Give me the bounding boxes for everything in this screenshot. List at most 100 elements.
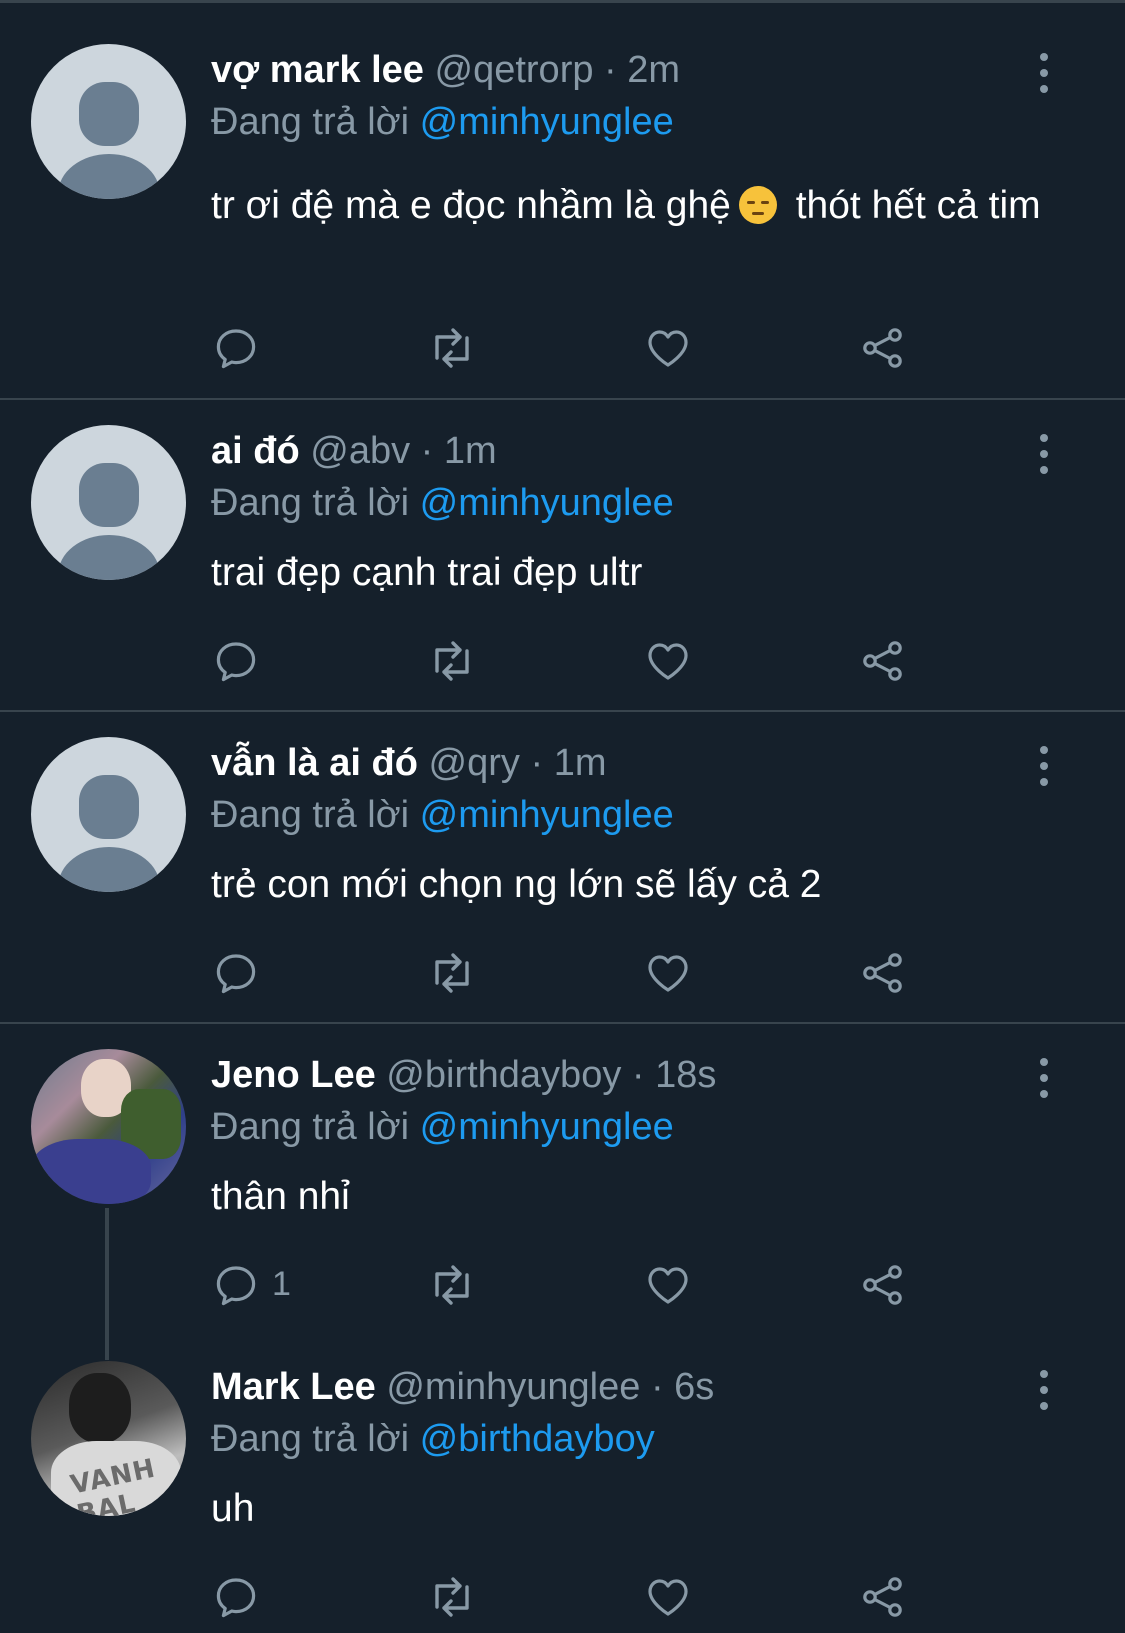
reply-icon — [216, 329, 256, 369]
handle[interactable]: @qry — [429, 742, 520, 784]
like-button[interactable] — [644, 637, 694, 687]
heart-icon — [648, 1267, 688, 1304]
reply-icon — [216, 954, 256, 994]
share-button[interactable] — [859, 637, 909, 687]
tweet-text: trẻ con mới chọn ng lớn sẽ lấy cả 2 — [211, 863, 822, 906]
tweet[interactable]: Jeno Lee @birthdayboy · 18s Đang trả lời… — [0, 1024, 1125, 1334]
tweet[interactable]: ai đó @abv · 1m Đang trả lời @minhyungle… — [0, 400, 1125, 712]
share-icon — [863, 953, 902, 993]
timestamp[interactable]: 18s — [655, 1054, 716, 1096]
share-icon — [863, 1265, 902, 1305]
avatar[interactable] — [31, 44, 186, 199]
share-button[interactable] — [859, 949, 909, 999]
more-options-icon[interactable] — [1037, 432, 1051, 478]
replying-to: Đang trả lời @minhyunglee — [211, 793, 674, 837]
avatar[interactable] — [31, 425, 186, 580]
display-name[interactable]: vợ mark lee — [211, 49, 424, 91]
tweet-text: thân nhỉ — [211, 1175, 350, 1218]
retweet-icon — [435, 953, 469, 993]
mention-link[interactable]: @minhyunglee — [420, 482, 674, 524]
like-button[interactable] — [644, 1573, 694, 1623]
share-button[interactable] — [859, 1573, 909, 1623]
tweet-text: uh — [211, 1487, 255, 1530]
display-name[interactable]: ai đó — [211, 430, 300, 472]
like-button[interactable] — [644, 949, 694, 999]
more-options-icon[interactable] — [1037, 51, 1051, 97]
reply-button[interactable] — [212, 637, 262, 687]
timestamp[interactable]: 1m — [554, 742, 607, 784]
handle[interactable]: @minhyunglee — [386, 1366, 640, 1408]
tweet-header: ai đó @abv · 1m — [211, 429, 497, 473]
tweet-text-part-1: tr ơi đệ mà e đọc nhầm là ghệ — [211, 184, 731, 227]
reply-icon — [216, 1578, 256, 1618]
default-avatar-head — [79, 463, 139, 527]
replying-to-label: Đang trả lời — [211, 482, 410, 524]
tweet[interactable]: vẫn là ai đó @qry · 1m Đang trả lời @min… — [0, 712, 1125, 1024]
display-name[interactable]: vẫn là ai đó — [211, 742, 418, 784]
replying-to-label: Đang trả lời — [211, 101, 410, 143]
tweet-header: Mark Lee @minhyunglee · 6s — [211, 1365, 714, 1409]
reply-icon — [216, 1266, 256, 1306]
retweet-button[interactable] — [427, 949, 477, 999]
like-button[interactable] — [644, 1261, 694, 1311]
reply-button[interactable] — [212, 324, 262, 374]
separator: · — [631, 1054, 645, 1096]
tweet[interactable]: vợ mark lee @qetrorp · 2m Đang trả lời @… — [0, 3, 1125, 400]
reply-button[interactable] — [212, 949, 262, 999]
tweet-actions — [0, 324, 1125, 374]
timestamp[interactable]: 1m — [444, 430, 497, 472]
retweet-icon — [435, 328, 469, 368]
share-icon — [863, 1577, 902, 1617]
avatar[interactable]: VANH BAL — [31, 1361, 186, 1516]
retweet-button[interactable] — [427, 324, 477, 374]
default-avatar-head — [79, 775, 139, 839]
handle[interactable]: @qetrorp — [435, 49, 594, 91]
replying-to-label: Đang trả lời — [211, 1106, 410, 1148]
like-button[interactable] — [644, 324, 694, 374]
more-options-icon[interactable] — [1037, 1368, 1051, 1414]
mention-link[interactable]: @birthdayboy — [420, 1418, 655, 1460]
mention-link[interactable]: @minhyunglee — [420, 794, 674, 836]
more-options-icon[interactable] — [1037, 744, 1051, 790]
display-name[interactable]: Mark Lee — [211, 1366, 376, 1408]
timestamp[interactable]: 6s — [674, 1366, 714, 1408]
reply-button[interactable] — [212, 1573, 262, 1623]
retweet-button[interactable] — [427, 637, 477, 687]
tweet[interactable]: VANH BAL Mark Lee @minhyunglee · 6s Đang… — [0, 1336, 1125, 1633]
replying-to: Đang trả lời @birthdayboy — [211, 1417, 655, 1461]
replying-to-label: Đang trả lời — [211, 794, 410, 836]
tweet-header: vẫn là ai đó @qry · 1m — [211, 741, 606, 785]
share-icon — [863, 328, 902, 368]
timestamp[interactable]: 2m — [627, 49, 680, 91]
display-name[interactable]: Jeno Lee — [211, 1054, 376, 1096]
handle[interactable]: @birthdayboy — [386, 1054, 621, 1096]
share-button[interactable] — [859, 1261, 909, 1311]
retweet-button[interactable] — [427, 1261, 477, 1311]
replying-to-label: Đang trả lời — [211, 1418, 410, 1460]
tweet-text: trai đẹp cạnh trai đẹp ultr — [211, 551, 643, 594]
reply-count: 1 — [272, 1265, 291, 1303]
heart-icon — [648, 955, 688, 992]
tweet-text-part-2: thót hết cả tim — [795, 184, 1041, 227]
tweet-header: vợ mark lee @qetrorp · 2m — [211, 48, 680, 92]
pensive-face-emoji — [738, 186, 777, 224]
default-avatar-body — [58, 847, 160, 892]
tweet-header: Jeno Lee @birthdayboy · 18s — [211, 1053, 716, 1097]
retweet-icon — [435, 641, 469, 681]
reply-icon — [216, 642, 256, 682]
avatar[interactable] — [31, 737, 186, 892]
more-options-icon[interactable] — [1037, 1056, 1051, 1102]
retweet-button[interactable] — [427, 1573, 477, 1623]
share-button[interactable] — [859, 324, 909, 374]
separator: · — [420, 430, 434, 472]
separator: · — [530, 742, 544, 784]
handle[interactable]: @abv — [310, 430, 410, 472]
avatar[interactable] — [31, 1049, 186, 1204]
retweet-icon — [435, 1265, 469, 1305]
separator: · — [604, 49, 617, 91]
tweet-actions: 1 — [0, 1261, 1125, 1311]
mention-link[interactable]: @minhyunglee — [420, 1106, 674, 1148]
reply-button[interactable]: 1 — [212, 1261, 302, 1311]
tweet-actions — [0, 949, 1125, 999]
mention-link[interactable]: @minhyunglee — [420, 101, 674, 143]
